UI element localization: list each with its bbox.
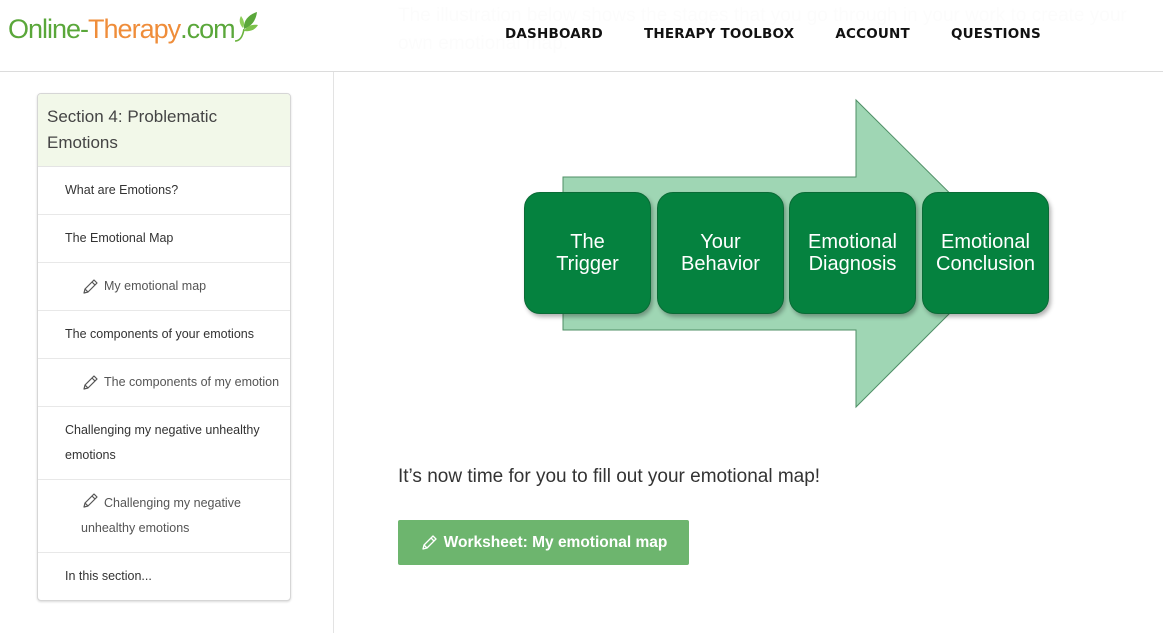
- sidebar-item-components-of-my-emotion[interactable]: The components of my emotion: [38, 359, 290, 407]
- step-label-line1: Your: [700, 231, 741, 253]
- step-label-line2: Conclusion: [936, 253, 1035, 275]
- step-label-line2: Diagnosis: [808, 253, 897, 275]
- sidebar-item-label: What are Emotions?: [65, 183, 179, 197]
- nav-dashboard[interactable]: DASHBOARD: [505, 26, 603, 42]
- sidebar-item-label: The components of my emotion: [104, 375, 280, 389]
- sidebar-item-label: The Emotional Map: [65, 231, 174, 245]
- sidebar-item-what-are-emotions[interactable]: What are Emotions?: [38, 167, 290, 215]
- site-logo[interactable]: Online- Therapy .com: [8, 11, 259, 45]
- worksheet-button-label: Worksheet: My emotional map: [443, 533, 668, 551]
- section-title: Section 4: Problematic Emotions: [38, 94, 290, 167]
- step-conclusion: Emotional Conclusion: [922, 192, 1049, 314]
- pencil-icon: [422, 534, 437, 550]
- sidebar-item-in-this-section[interactable]: In this section...: [38, 553, 290, 600]
- worksheet-button[interactable]: Worksheet: My emotional map: [398, 520, 689, 565]
- logo-text-online: Online-: [8, 14, 89, 44]
- step-label-line1: Emotional: [808, 231, 897, 253]
- sidebar-item-label: My emotional map: [104, 279, 207, 293]
- sidebar-item-my-emotional-map[interactable]: My emotional map: [38, 263, 290, 311]
- step-trigger: The Trigger: [524, 192, 651, 314]
- sidebar-divider: [333, 72, 334, 633]
- step-behavior: Your Behavior: [657, 192, 784, 314]
- sidebar-item-label: Challenging my negative unhealthy emotio…: [81, 496, 241, 535]
- section-sidebar: Section 4: Problematic Emotions What are…: [37, 93, 291, 601]
- sidebar-item-label: In this section...: [65, 569, 152, 583]
- nav-questions[interactable]: QUESTIONS: [951, 26, 1041, 42]
- pencil-icon: [83, 279, 98, 294]
- step-diagnosis: Emotional Diagnosis: [789, 192, 916, 314]
- main-nav: DASHBOARD THERAPY TOOLBOX ACCOUNT QUESTI…: [505, 26, 1082, 42]
- sidebar-item-challenging-negative-emotions[interactable]: Challenging my negative unhealthy emotio…: [38, 407, 290, 480]
- nav-therapy-toolbox[interactable]: THERAPY TOOLBOX: [644, 26, 794, 42]
- logo-text-therapy: Therapy: [88, 14, 181, 44]
- emotional-map-diagram: The Trigger Your Behavior Emotional Diagnos…: [520, 96, 1055, 412]
- sidebar-item-challenging-worksheet[interactable]: Challenging my negative unhealthy emotio…: [38, 480, 290, 553]
- sidebar-item-label: Challenging my negative unhealthy emotio…: [65, 423, 260, 462]
- step-label-line1: Emotional: [941, 231, 1030, 253]
- pencil-icon: [83, 375, 98, 390]
- sidebar-item-components-of-emotions[interactable]: The components of your emotions: [38, 311, 290, 359]
- sidebar-item-emotional-map[interactable]: The Emotional Map: [38, 215, 290, 263]
- worksheet-prompt: It’s now time for you to fill out your e…: [398, 466, 821, 487]
- sidebar-item-label: The components of your emotions: [65, 327, 254, 341]
- leaf-icon: [234, 11, 258, 42]
- step-label-line1: The: [570, 231, 605, 253]
- logo-text-com: .com: [180, 14, 236, 44]
- step-label-line2: Behavior: [681, 253, 760, 275]
- nav-account[interactable]: ACCOUNT: [835, 26, 910, 42]
- pencil-icon: [83, 493, 98, 508]
- site-header: Online- Therapy .com DASHBOARD THERAPY TOO…: [0, 0, 1163, 72]
- step-label-line2: Trigger: [556, 253, 619, 275]
